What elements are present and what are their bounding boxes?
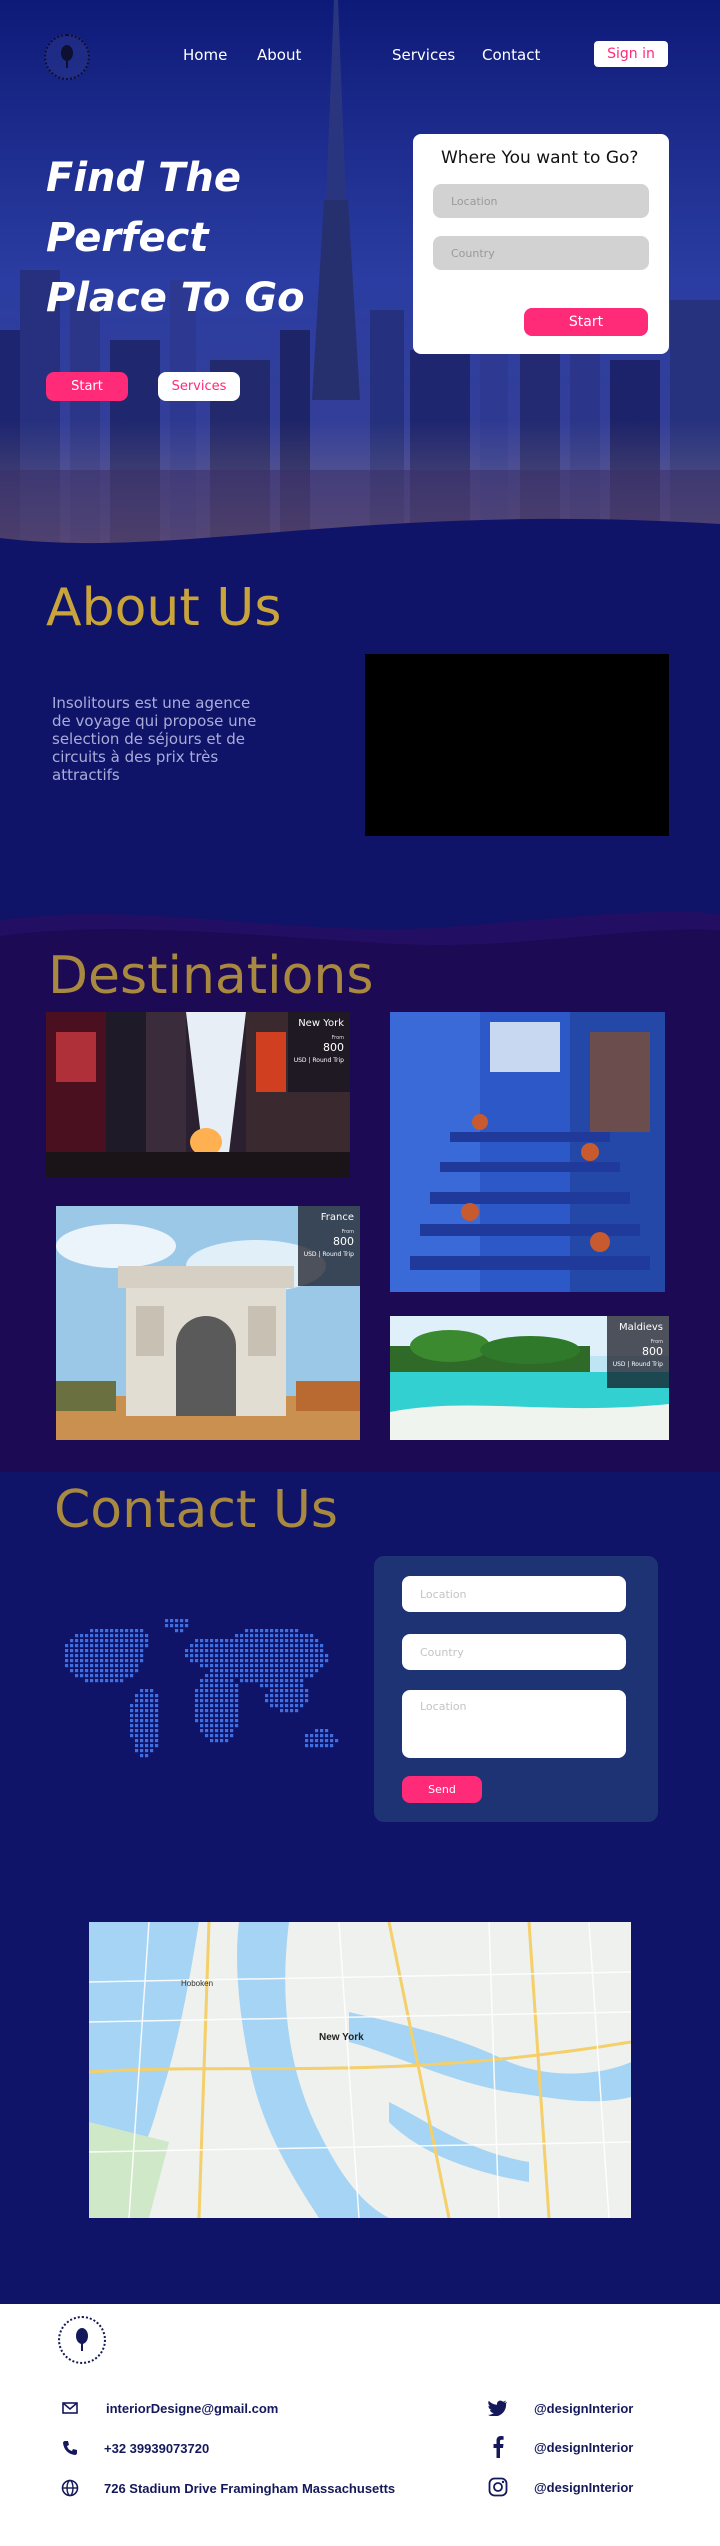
footer-address: 726 Stadium Drive Framingham Massachuset… [60, 2478, 395, 2498]
about-video[interactable] [365, 654, 669, 836]
destination-card-france[interactable]: France From 800 USD | Round Trip [56, 1206, 360, 1440]
price-unit: USD | Round Trip [303, 1251, 354, 1258]
destination-price: 800 [333, 1235, 354, 1248]
blue-stairs-image [390, 1012, 665, 1292]
footer-instagram[interactable]: @designInterior [488, 2477, 633, 2497]
hero-title-line: Place To Go [46, 275, 305, 321]
nav-link-about[interactable]: About [257, 46, 301, 64]
hero-section: Home About Services Contact Sign in Find… [0, 0, 720, 560]
instagram-icon [488, 2477, 508, 2497]
world-map-image [65, 1619, 339, 1758]
country-input[interactable] [433, 236, 649, 270]
hero-start-button[interactable]: Start [46, 372, 128, 401]
destination-card-maldives[interactable]: Maldievs From 800 USD | Round Trip [390, 1316, 669, 1440]
about-text: Insolitours est une agence de voyage qui… [52, 694, 257, 784]
search-card-title: Where You want to Go? [441, 148, 639, 168]
destination-price: 800 [642, 1345, 663, 1358]
destination-price: 800 [323, 1041, 344, 1054]
hero-services-button[interactable]: Services [158, 372, 240, 401]
hero-title-line: Perfect [46, 215, 209, 261]
map-label-new-york: New York [319, 2032, 364, 2043]
facebook-icon [488, 2436, 508, 2458]
price-tag: New York From 800 USD | Round Trip [288, 1012, 350, 1092]
footer-instagram-text: @designInterior [534, 2479, 634, 2495]
hero-title-line: Find The [46, 155, 241, 201]
price-tag: Maldievs From 800 USD | Round Trip [607, 1316, 669, 1388]
footer-twitter-text: @designInterior [534, 2400, 634, 2416]
footer-phone[interactable]: +32 39939073720 [60, 2438, 209, 2458]
footer-email-text: interiorDesigne@gmail.com [106, 2400, 279, 2416]
location-input[interactable] [433, 184, 649, 218]
nav-link-services[interactable]: Services [392, 46, 455, 64]
contact-message-input[interactable] [402, 1690, 626, 1758]
destinations-title: Destinations [48, 946, 374, 1006]
price-from-label: From [650, 1339, 663, 1345]
new-york-map-image: Hoboken New York [89, 1922, 631, 2218]
contact-location-input[interactable] [402, 1576, 626, 1612]
footer-phone-text: +32 39939073720 [104, 2440, 210, 2456]
footer-address-text: 726 Stadium Drive Framingham Massachuset… [104, 2480, 396, 2496]
contact-title: Contact Us [54, 1480, 338, 1540]
search-start-button[interactable]: Start [524, 308, 648, 336]
price-tag: France From 800 USD | Round Trip [298, 1206, 360, 1286]
price-from-label: From [331, 1035, 344, 1041]
hero-title: Find The Perfect Place To Go [46, 148, 346, 328]
send-button[interactable]: Send [402, 1776, 482, 1803]
destination-card-blue-city[interactable] [390, 1012, 665, 1292]
price-unit: USD | Round Trip [293, 1057, 344, 1064]
price-from-label: From [341, 1229, 354, 1235]
destination-city: France [320, 1212, 354, 1223]
destination-city: New York [298, 1018, 344, 1029]
logo-icon[interactable] [44, 34, 90, 80]
contact-country-input[interactable] [402, 1634, 626, 1670]
sign-in-button[interactable]: Sign in [594, 41, 668, 67]
twitter-icon [488, 2398, 508, 2418]
map-label-hoboken: Hoboken [181, 1979, 213, 1988]
globe-icon [60, 2478, 80, 2498]
footer-facebook-text: @designInterior [534, 2439, 634, 2455]
footer: interiorDesigne@gmail.com +32 3993907372… [0, 2304, 720, 2546]
about-title: About Us [46, 578, 282, 638]
phone-icon [60, 2438, 80, 2458]
nav-link-home[interactable]: Home [183, 46, 227, 64]
search-card: Where You want to Go? Start [413, 134, 669, 354]
mail-icon [60, 2398, 80, 2418]
nav-link-contact[interactable]: Contact [482, 46, 540, 64]
footer-logo-icon[interactable] [58, 2316, 106, 2364]
footer-twitter[interactable]: @designInterior [488, 2398, 633, 2418]
footer-facebook[interactable]: @designInterior [488, 2436, 634, 2458]
hero-bottom-wave [0, 518, 720, 560]
footer-email[interactable]: interiorDesigne@gmail.com [60, 2398, 278, 2418]
location-map[interactable]: Hoboken New York [89, 1922, 631, 2218]
price-unit: USD | Round Trip [612, 1361, 663, 1368]
contact-form: Send [374, 1556, 658, 1822]
destination-card-new-york[interactable]: New York From 800 USD | Round Trip [46, 1012, 350, 1178]
destination-city: Maldievs [619, 1322, 663, 1333]
